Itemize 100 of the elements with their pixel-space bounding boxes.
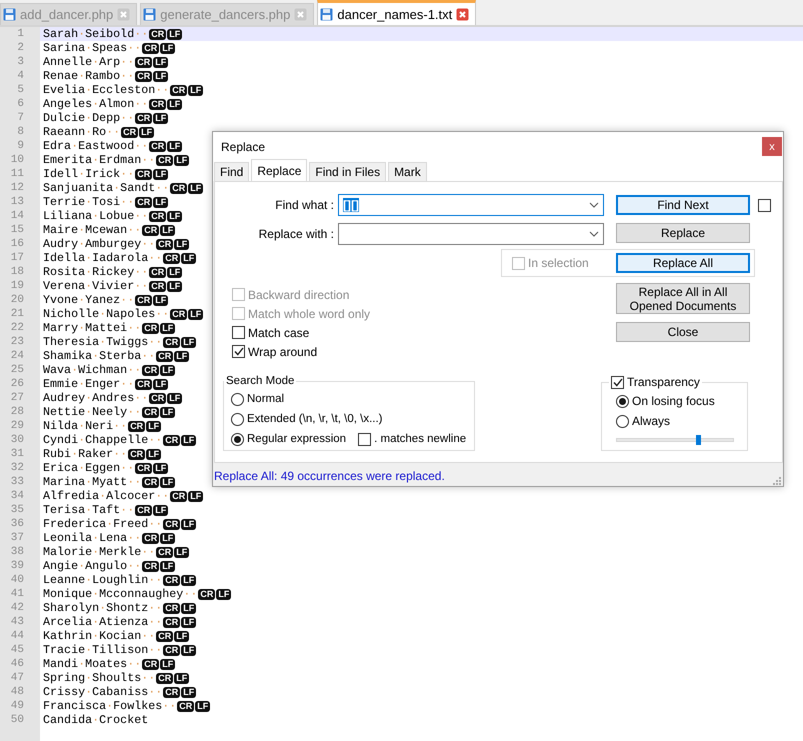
button[interactable]: Replace [616, 223, 750, 243]
line-ending-marker: CR [149, 392, 166, 404]
line-ending-marker: LF [174, 546, 190, 558]
resize-grip-icon [773, 477, 781, 485]
checkbox-label: Transparency [627, 375, 700, 389]
line-number: 7 [16, 111, 24, 125]
line-number: 44 [10, 629, 24, 643]
dialog-close-button[interactable]: x [762, 137, 782, 156]
line-number: 9 [16, 139, 24, 153]
line-ending-marker: CR [135, 378, 152, 390]
code-line: Shamika·Sterba·· [43, 349, 156, 363]
line-number: 36 [10, 517, 24, 531]
dialog-tab[interactable]: Find [214, 162, 250, 181]
checkbox-label: Backward direction [248, 288, 350, 302]
code-line: Kathrin·Kocian·· [43, 629, 156, 643]
checkbox[interactable] [232, 326, 245, 339]
code-line: Renae·Rambo·· [43, 69, 134, 83]
line-ending-marker: CR [170, 182, 188, 194]
line-ending-marker: CR [135, 504, 152, 516]
line-number: 28 [10, 405, 24, 419]
checkbox-label: Match whole word only [248, 306, 370, 320]
dialog-title: Replace [221, 140, 266, 154]
find-what-field[interactable]: [][] [338, 194, 604, 216]
code-line: Raeann·Ro·· [43, 125, 120, 139]
line-number: 27 [10, 391, 24, 405]
close-button[interactable]: Close [616, 322, 750, 342]
line-ending-marker: CR [163, 644, 180, 656]
line-ending-marker: CR [156, 630, 174, 642]
code-line: Leanne·Loughlin·· [43, 573, 162, 587]
radio-label: Always [632, 414, 670, 428]
file-tab[interactable]: dancer_names-1.txt [317, 0, 476, 25]
line-ending-marker: CR [142, 322, 160, 334]
code-line: Nicholle·Napoles·· [43, 307, 170, 321]
radio-button[interactable] [616, 394, 629, 408]
radio-button[interactable] [231, 432, 244, 446]
radio-button[interactable] [231, 412, 244, 426]
line-ending-marker: LF [174, 350, 190, 362]
button[interactable]: Find Next [616, 195, 750, 215]
button[interactable]: Replace All in All Opened Documents [616, 283, 750, 314]
line-ending-marker: LF [181, 518, 196, 530]
line-ending-marker: LF [181, 616, 196, 628]
line-ending-marker: LF [174, 238, 190, 250]
checkbox[interactable] [232, 345, 245, 358]
radio-label: Regular expression [247, 433, 346, 445]
dialog-tab[interactable]: Mark [388, 162, 427, 181]
code-line: Sanjuanita·Sandt·· [43, 181, 170, 195]
code-line: Nettie·Neely·· [43, 405, 142, 419]
line-ending-marker: LF [181, 434, 196, 446]
line-ending-marker: CR [128, 420, 146, 432]
line-number: 5 [16, 83, 24, 97]
line-number: 45 [10, 643, 24, 657]
code-line: Terisa·Taft·· [43, 503, 134, 517]
code-line: Erica·Eggen·· [43, 461, 134, 475]
dialog-tab[interactable]: Replace [251, 159, 308, 181]
code-line: Wava·Wichman·· [43, 363, 142, 377]
line-number: 12 [10, 181, 24, 195]
line-number: 39 [10, 559, 24, 573]
radio-button[interactable] [616, 414, 629, 428]
line-number: 21 [10, 307, 24, 321]
code-line: Angeles·Almon·· [43, 97, 148, 111]
line-ending-marker: LF [181, 602, 196, 614]
line-ending-marker: CR [163, 574, 180, 586]
line-number: 37 [10, 531, 24, 545]
dialog-tab[interactable]: Find in Files [309, 162, 386, 181]
line-ending-marker: CR [142, 476, 160, 488]
slider-thumb[interactable] [696, 435, 702, 445]
checkbox[interactable] [611, 376, 624, 388]
line-ending-marker: CR [170, 490, 188, 502]
line-ending-marker: CR [128, 448, 146, 460]
code-line: Candida·Crocket [43, 713, 148, 727]
line-ending-marker: LF [160, 406, 176, 418]
code-line: Angie·Angulo·· [43, 559, 142, 573]
line-ending-marker: CR [163, 336, 180, 348]
line-ending-marker: LF [146, 448, 162, 460]
replace-with-field[interactable] [338, 223, 604, 245]
line-number: 14 [10, 209, 24, 223]
button[interactable]: Replace All [616, 253, 750, 273]
line-ending-marker: CR [163, 602, 180, 614]
line-ending-marker: CR [163, 616, 180, 628]
line-ending-marker: LF [181, 574, 196, 586]
checkbox[interactable] [758, 198, 771, 212]
code-line: Emmie·Enger·· [43, 377, 134, 391]
code-line: Nilda·Neri·· [43, 419, 128, 433]
line-number: 8 [16, 125, 24, 139]
checkbox[interactable] [358, 432, 372, 446]
chevron-down-icon [589, 202, 599, 208]
line-ending-marker: LF [153, 168, 168, 180]
code-line: Rubi·Raker·· [43, 447, 128, 461]
close-icon [294, 8, 308, 21]
line-ending-marker: CR [156, 672, 174, 684]
checkbox-label: In selection [528, 256, 589, 270]
line-ending-marker: CR [163, 518, 180, 530]
line-ending-marker: CR [135, 70, 152, 82]
radio-button[interactable] [231, 392, 244, 406]
line-ending-marker: LF [153, 56, 168, 68]
line-ending-marker: CR [170, 84, 188, 96]
line-number: 50 [10, 713, 24, 727]
line-ending-marker: LF [160, 532, 176, 544]
line-ending-marker: LF [181, 336, 196, 348]
code-line: Cyndi·Chappelle·· [43, 433, 162, 447]
